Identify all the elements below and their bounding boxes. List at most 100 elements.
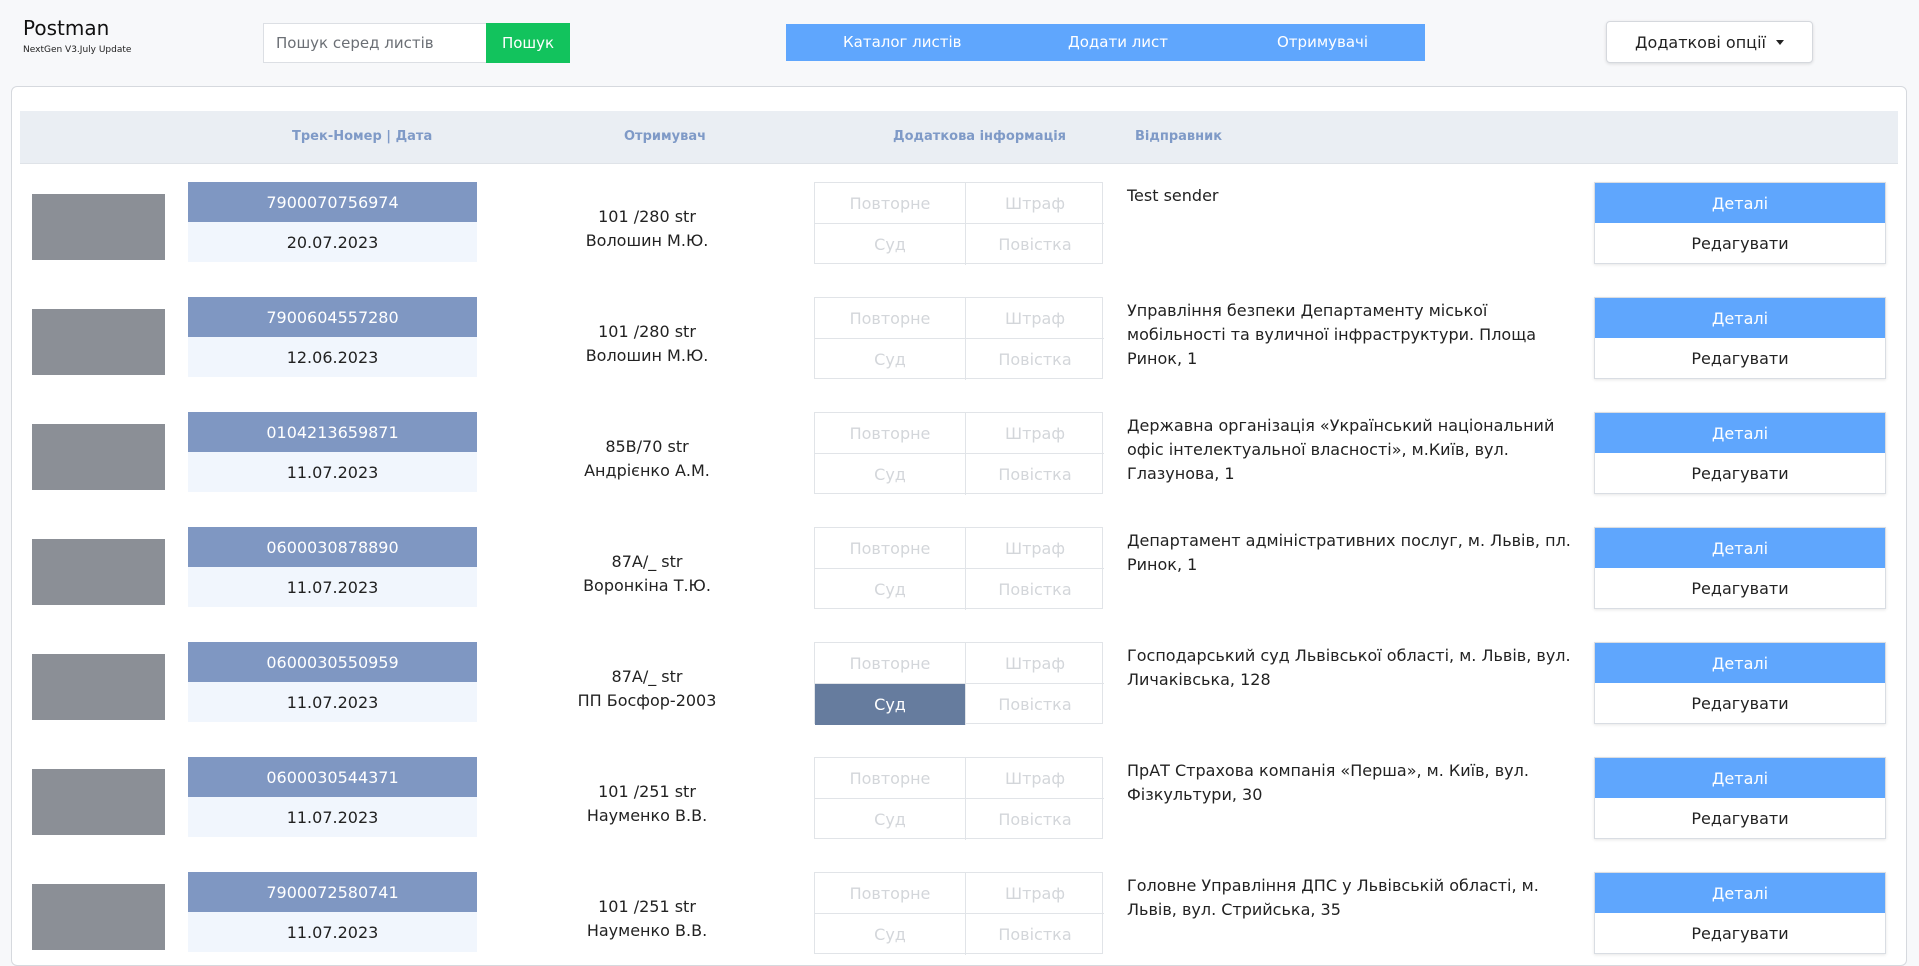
- flag-repeat-button[interactable]: Повторне: [815, 413, 966, 454]
- flag-repeat-button[interactable]: Повторне: [815, 873, 966, 914]
- search-input[interactable]: [263, 23, 486, 63]
- details-button[interactable]: Деталі: [1595, 183, 1885, 223]
- edit-button[interactable]: Редагувати: [1595, 338, 1885, 378]
- edit-button[interactable]: Редагувати: [1595, 683, 1885, 723]
- sender-text: Головне Управління ДПС у Львівській обла…: [1127, 876, 1539, 919]
- details-button[interactable]: Деталі: [1595, 528, 1885, 568]
- brand-subtitle: NextGen V3.July Update: [23, 45, 132, 55]
- extra-info-flags: Повторне Штраф Суд Повістка: [814, 527, 1104, 610]
- row-actions: Деталі Редагувати: [1594, 642, 1886, 724]
- recipient-cell: 85B/70 str Андрієнко А.М.: [487, 435, 807, 483]
- header-extra-info: Додаткова інформація: [893, 129, 1067, 144]
- letter-thumbnail[interactable]: [32, 884, 165, 950]
- edit-button[interactable]: Редагувати: [1595, 568, 1885, 608]
- edit-button[interactable]: Редагувати: [1595, 453, 1885, 493]
- letter-date: 11.07.2023: [188, 797, 477, 837]
- caret-down-icon: [1775, 39, 1784, 45]
- letter-thumbnail[interactable]: [32, 424, 165, 490]
- flag-summons-button[interactable]: Повістка: [966, 569, 1104, 610]
- sender-text: Державна організація «Український націон…: [1127, 416, 1555, 483]
- edit-button[interactable]: Редагувати: [1595, 798, 1885, 838]
- recipient-address: 101 /251 str: [598, 897, 696, 916]
- flag-summons-button[interactable]: Повістка: [966, 224, 1104, 265]
- flag-repeat-button[interactable]: Повторне: [815, 298, 966, 339]
- track-number: 0600030544371: [188, 757, 477, 797]
- flag-repeat-button[interactable]: Повторне: [815, 643, 966, 684]
- flag-court-button[interactable]: Суд: [815, 914, 966, 955]
- letter-thumbnail[interactable]: [32, 769, 165, 835]
- recipient-address: 85B/70 str: [605, 437, 689, 456]
- details-button[interactable]: Деталі: [1595, 298, 1885, 338]
- letter-thumbnail[interactable]: [32, 194, 165, 260]
- flag-fine-button[interactable]: Штраф: [966, 298, 1104, 339]
- extra-info-flags: Повторне Штраф Суд Повістка: [814, 297, 1104, 380]
- flag-fine-button[interactable]: Штраф: [966, 183, 1104, 224]
- recipient-name: Науменко В.В.: [586, 921, 708, 940]
- recipient-cell: 87A/_ str ПП Босфор-2003: [487, 665, 807, 713]
- recipient-cell: 101 /251 str Науменко В.В.: [487, 780, 807, 828]
- table-row: 0104213659871 11.07.2023 85B/70 str Андрієн…: [12, 402, 1908, 496]
- flag-court-button[interactable]: Суд: [815, 799, 966, 840]
- letters-panel: Трек-Номер | Дата Отримувач Додаткова ін…: [11, 86, 1907, 966]
- extra-info-flags: Повторне Штраф Суд Повістка: [814, 642, 1104, 725]
- search-button[interactable]: Пошук: [486, 23, 570, 63]
- letter-date: 11.07.2023: [188, 912, 477, 952]
- nav-item-letters-catalog[interactable]: Каталог листів: [843, 33, 962, 51]
- letter-date: 11.07.2023: [188, 682, 477, 722]
- flag-fine-button[interactable]: Штраф: [966, 413, 1104, 454]
- flag-court-button[interactable]: Суд: [815, 339, 966, 380]
- flag-court-button[interactable]: Суд: [815, 224, 966, 265]
- letter-thumbnail[interactable]: [32, 309, 165, 375]
- edit-button[interactable]: Редагувати: [1595, 913, 1885, 953]
- flag-repeat-button[interactable]: Повторне: [815, 758, 966, 799]
- row-actions: Деталі Редагувати: [1594, 182, 1886, 264]
- recipient-address: 101 /280 str: [598, 322, 696, 341]
- flag-repeat-button[interactable]: Повторне: [815, 183, 966, 224]
- recipient-address: 101 /280 str: [598, 207, 696, 226]
- flag-summons-button[interactable]: Повістка: [966, 914, 1104, 955]
- flag-fine-button[interactable]: Штраф: [966, 643, 1104, 684]
- flag-repeat-button[interactable]: Повторне: [815, 528, 966, 569]
- flag-court-button[interactable]: Суд: [815, 454, 966, 495]
- header-recipient: Отримувач: [624, 129, 707, 144]
- row-actions: Деталі Редагувати: [1594, 527, 1886, 609]
- sender-text: Департамент адміністративних послуг, м. …: [1127, 531, 1571, 574]
- letter-thumbnail[interactable]: [32, 654, 165, 720]
- flag-summons-button[interactable]: Повістка: [966, 684, 1104, 725]
- letter-date: 20.07.2023: [188, 222, 477, 262]
- table-row: 0600030878890 11.07.2023 87A/_ str Воронкін…: [12, 517, 1908, 611]
- track-number: 0104213659871: [188, 412, 477, 452]
- flag-court-button[interactable]: Суд: [815, 569, 966, 610]
- letter-thumbnail[interactable]: [32, 539, 165, 605]
- recipient-cell: 101 /251 str Науменко В.В.: [487, 895, 807, 943]
- edit-button[interactable]: Редагувати: [1595, 223, 1885, 263]
- flag-fine-button[interactable]: Штраф: [966, 528, 1104, 569]
- flag-summons-button[interactable]: Повістка: [966, 339, 1104, 380]
- flag-summons-button[interactable]: Повістка: [966, 799, 1104, 840]
- nav-item-add-letter[interactable]: Додати лист: [1068, 33, 1168, 51]
- details-button[interactable]: Деталі: [1595, 643, 1885, 683]
- table-row: 7900604557280 12.06.2023 101 /280 str Волош…: [12, 287, 1908, 381]
- nav-item-recipients[interactable]: Отримувачі: [1277, 33, 1368, 51]
- letter-date: 11.07.2023: [188, 452, 477, 492]
- sender-text: Test sender: [1127, 186, 1219, 205]
- extra-info-flags: Повторне Штраф Суд Повістка: [814, 412, 1104, 495]
- details-button[interactable]: Деталі: [1595, 758, 1885, 798]
- row-actions: Деталі Редагувати: [1594, 757, 1886, 839]
- flag-court-button[interactable]: Суд: [815, 684, 966, 725]
- flag-fine-button[interactable]: Штраф: [966, 758, 1104, 799]
- details-button[interactable]: Деталі: [1595, 413, 1885, 453]
- flag-fine-button[interactable]: Штраф: [966, 873, 1104, 914]
- track-number: 7900070756974: [188, 182, 477, 222]
- letter-date: 12.06.2023: [188, 337, 477, 377]
- brand: Postman NextGen V3.July Update: [23, 16, 131, 56]
- sender-text: Управління безпеки Департаменту міської …: [1127, 301, 1537, 368]
- recipient-name: Волошин М.Ю.: [585, 346, 709, 365]
- more-options-dropdown[interactable]: Додаткові опції: [1606, 21, 1813, 63]
- search-form: Пошук: [263, 23, 570, 63]
- flag-summons-button[interactable]: Повістка: [966, 454, 1104, 495]
- more-options-label: Додаткові опції: [1635, 32, 1766, 52]
- table-row: 7900072580741 11.07.2023 101 /251 str Науме…: [12, 862, 1908, 956]
- recipient-name: Волошин М.Ю.: [585, 231, 709, 250]
- details-button[interactable]: Деталі: [1595, 873, 1885, 913]
